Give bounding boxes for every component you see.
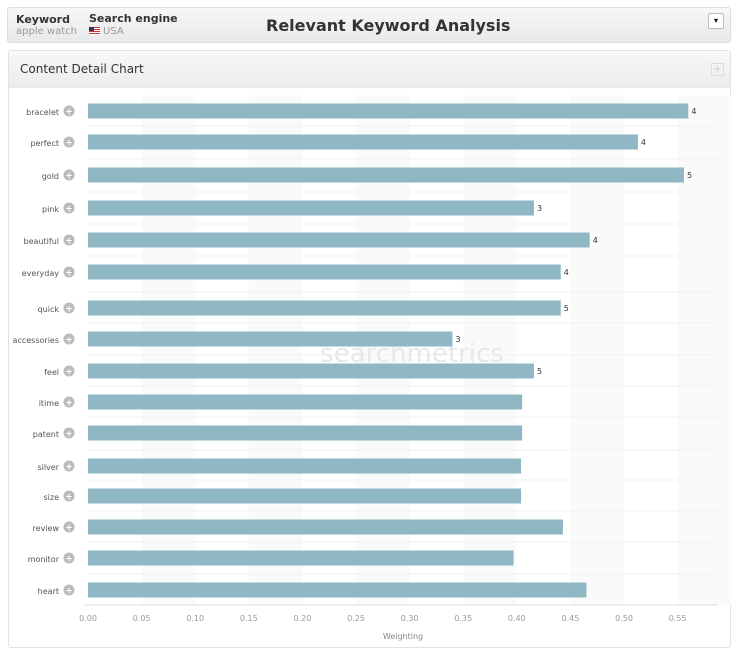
category-label: monitor [28,555,60,564]
category-label: bracelet [26,108,59,117]
bar [88,394,523,410]
data-label: 5 [687,171,692,180]
plus-glyph: + [65,587,73,597]
category-label: patent [33,430,59,439]
tick-label: 0.40 [508,614,526,623]
data-label: 4 [641,138,646,147]
tick-label: 0.15 [240,614,258,623]
tick-label: 0.20 [293,614,311,623]
tick-label: 0.25 [347,614,365,623]
data-label: 3 [537,204,542,213]
bar [88,519,563,535]
category-label: heart [38,587,59,596]
plus-glyph: + [65,172,73,182]
data-label: 5 [537,367,542,376]
data-label: 3 [455,335,460,344]
tick-label: 0.05 [133,614,151,623]
bar [88,331,453,347]
category-label: silver [37,463,59,472]
bar [88,488,522,504]
category-label: pink [42,205,59,214]
plus-glyph: + [65,399,73,409]
category-label: review [33,524,60,533]
bar [88,300,561,316]
bar [88,363,534,379]
category-label: size [43,493,59,502]
tick-label: 0.30 [401,614,419,623]
bar [88,167,685,183]
plus-glyph: + [65,430,73,440]
plus-glyph: + [65,493,73,503]
category-label: beautiful [24,237,59,246]
grid-band [677,95,732,605]
x-axis-title: Weighting [383,632,423,641]
category-label: itime [39,399,59,408]
plus-glyph: + [65,108,73,118]
plus-glyph: + [65,305,73,315]
plus-glyph: + [65,336,73,346]
data-label: 4 [593,236,598,245]
bar [88,232,590,248]
bar [88,103,689,119]
category-label: everyday [22,269,60,278]
category-label: accessories [13,336,59,345]
data-label: 5 [564,304,569,313]
category-label: perfect [30,139,59,148]
tick-label: 0.35 [454,614,472,623]
plus-glyph: + [65,205,73,215]
bar [88,425,523,441]
tick-label: 0.50 [615,614,633,623]
data-label: 4 [691,107,696,116]
plus-glyph: + [65,463,73,473]
bar [88,200,534,216]
category-label: feel [44,368,59,377]
bar [88,264,561,280]
bar [88,550,514,566]
plus-glyph: + [65,524,73,534]
bar [88,458,522,474]
tick-label: 0.55 [669,614,687,623]
category-label: gold [42,172,59,181]
plus-glyph: + [65,368,73,378]
plus-glyph: + [65,237,73,247]
plus-glyph: + [65,139,73,149]
bar-chart: searchmetricsbracelet +4perfect +4gold +5pi… [13,95,732,641]
bar [88,582,587,598]
data-label: 4 [564,268,569,277]
bar [88,134,638,150]
category-label: quick [38,305,60,314]
plus-glyph: + [65,555,73,565]
tick-label: 0.00 [79,614,97,623]
tick-label: 0.45 [561,614,579,623]
plus-glyph: + [65,269,73,279]
tick-label: 0.10 [186,614,204,623]
